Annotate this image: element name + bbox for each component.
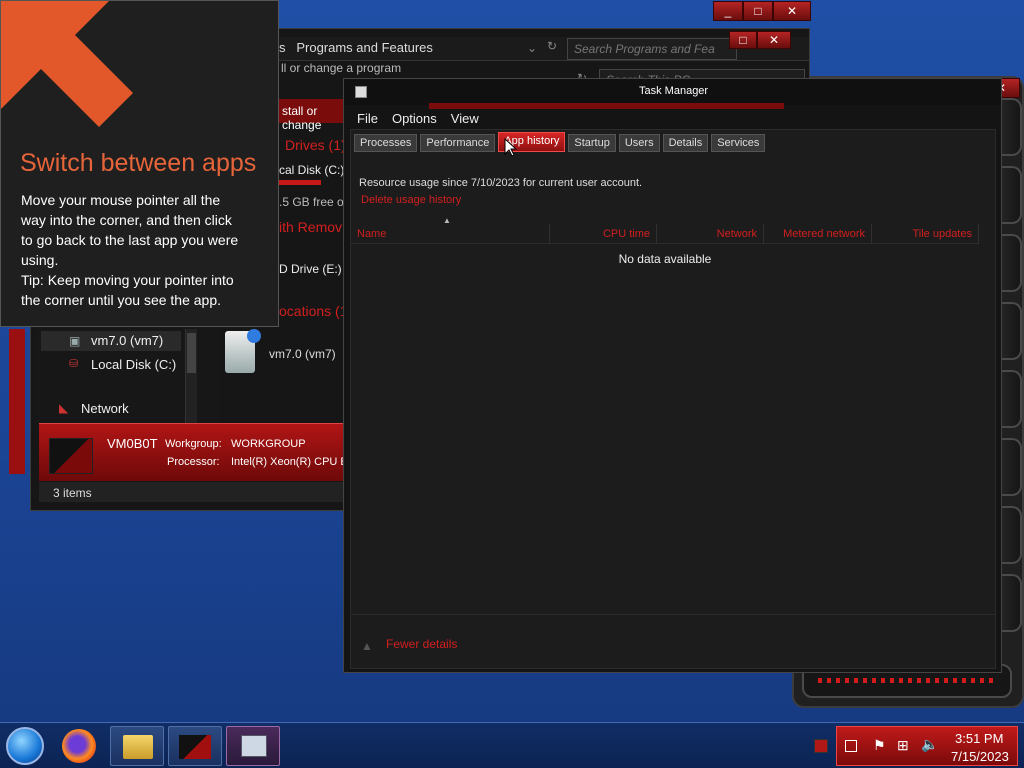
tab-details[interactable]: Details <box>662 134 709 152</box>
tab-processes[interactable]: Processes <box>354 134 418 152</box>
column-network[interactable]: Network <box>657 224 764 244</box>
flag-icon[interactable]: ⚑ <box>873 737 886 754</box>
refresh-icon[interactable]: ↻ <box>547 39 557 53</box>
column-headers: Name CPU time Network Metered network Ti… <box>351 224 979 244</box>
firefox-icon[interactable] <box>62 729 96 763</box>
speaker-muted-icon[interactable]: 🔈 <box>921 736 938 753</box>
resource-usage-text: Resource usage since 7/10/2023 for curre… <box>359 177 643 189</box>
control-panel-icon[interactable] <box>168 726 222 766</box>
column-cpu-time[interactable]: CPU time <box>550 224 657 244</box>
local-disk-item[interactable]: cal Disk (C:) <box>279 163 344 177</box>
workgroup-label: Workgroup: <box>165 438 222 450</box>
divider <box>351 614 995 615</box>
close-button[interactable]: ✕ <box>773 1 811 21</box>
tip-line: the corner until you see the app. <box>21 292 222 308</box>
delete-usage-history-link[interactable]: Delete usage history <box>361 194 461 206</box>
file-explorer-icon[interactable] <box>110 726 164 766</box>
start-orb-icon[interactable] <box>6 727 44 765</box>
tip-body: Move your mouse pointer all the way into… <box>21 190 238 310</box>
programs-caption-buttons: □ ✕ <box>729 31 791 49</box>
programs-search-input[interactable]: Search Programs and Fea <box>567 38 737 60</box>
computer-name: VM0B0T <box>107 436 158 451</box>
sidebar-item-vm7[interactable]: ▣ vm7.0 (vm7) <box>41 331 181 351</box>
dvd-drive-item[interactable]: D Drive (E:) <box>279 262 342 276</box>
status-items-count: 3 items <box>53 486 92 500</box>
location-item[interactable]: vm7.0 (vm7) <box>221 329 341 381</box>
tab-strip: Processes Performance App history Startu… <box>354 132 768 152</box>
menu-view[interactable]: View <box>451 111 479 126</box>
tip-line: Tip: Keep moving your pointer into <box>21 272 234 288</box>
tip-line: Move your mouse pointer all the <box>21 192 221 208</box>
tip-line: way into the corner, and then click <box>21 212 232 228</box>
column-tile-updates[interactable]: Tile updates <box>872 224 979 244</box>
sidebar-item-local-disk[interactable]: ⛁ Local Disk (C:) <box>41 355 191 375</box>
status-bar: 3 items <box>39 482 351 502</box>
show-desktop-icon[interactable] <box>845 740 857 752</box>
workgroup-value: WORKGROUP <box>231 438 306 450</box>
tip-line: to go back to the last app you were <box>21 232 239 248</box>
sidebar-item-label: Local Disk (C:) <box>91 357 177 372</box>
window-title: Task Manager <box>639 85 709 97</box>
scrollbar-thumb[interactable] <box>187 333 196 373</box>
drive-icon: ⛁ <box>69 358 79 370</box>
processor-value: Intel(R) Xeon(R) CPU E5 <box>231 456 354 468</box>
task-manager-icon[interactable] <box>226 726 280 766</box>
maximize-button[interactable]: □ <box>743 1 773 21</box>
title-bar[interactable]: Task Manager <box>344 79 1001 105</box>
explorer-caption-buttons: _ □ ✕ <box>713 1 811 21</box>
tab-services[interactable]: Services <box>711 134 766 152</box>
disk-usage-bar <box>279 180 321 185</box>
column-metered-network[interactable]: Metered network <box>764 224 872 244</box>
section-removable: ith Remov <box>279 219 343 235</box>
mouse-pointer-icon <box>504 138 518 157</box>
network-icon[interactable]: ⊞ <box>897 737 909 754</box>
nav-scrollbar[interactable] <box>185 329 197 425</box>
section-drives: Drives (1) <box>285 137 346 153</box>
fewer-details-button[interactable]: Fewer details <box>386 637 457 651</box>
tip-line: using. <box>21 252 59 268</box>
left-red-strip <box>9 329 25 474</box>
processor-label: Processor: <box>167 456 220 468</box>
tab-users[interactable]: Users <box>618 134 660 152</box>
sidebar-item-label: vm7.0 (vm7) <box>91 333 164 348</box>
tab-startup[interactable]: Startup <box>568 134 616 152</box>
network-icon: ◣ <box>59 401 69 415</box>
notification-area-icon[interactable] <box>814 739 828 753</box>
breadcrumb[interactable]: s Programs and Features <box>279 40 433 55</box>
system-tray: ⚑ ⊞ 🔈 3:51 PM 7/15/2023 <box>836 726 1018 766</box>
switch-apps-tip: Switch between apps Move your mouse poin… <box>0 0 279 327</box>
details-pane: VM0B0T Workgroup: WORKGROUP Processor: I… <box>39 423 354 481</box>
chevron-down-icon[interactable]: ⌄ <box>527 41 537 55</box>
task-manager-body: Processes Performance App history Startu… <box>350 129 996 669</box>
empty-state-text: No data available <box>618 252 712 266</box>
arrow-up-left-icon <box>1 1 133 127</box>
sidebar-item-label: Network <box>81 401 129 416</box>
close-button[interactable]: ✕ <box>757 31 791 49</box>
taskbar: ⚑ ⊞ 🔈 3:51 PM 7/15/2023 <box>0 722 1024 768</box>
globe-badge-icon <box>247 329 261 343</box>
clock-date[interactable]: 7/15/2023 <box>951 749 1009 764</box>
menu-bar: File Options View <box>350 106 486 130</box>
minimize-button[interactable]: _ <box>713 1 743 21</box>
computer-icon <box>49 438 93 474</box>
menu-options[interactable]: Options <box>392 111 437 126</box>
column-name[interactable]: Name <box>351 224 550 244</box>
section-locations: ocations (1) <box>279 303 353 319</box>
chevron-up-icon[interactable]: ▲ <box>361 639 373 653</box>
sidebar-item-network[interactable]: ◣ Network <box>41 399 191 419</box>
clock-time[interactable]: 3:51 PM <box>955 731 1003 746</box>
maximize-button[interactable]: □ <box>729 31 757 49</box>
menu-file[interactable]: File <box>357 111 378 126</box>
navigation-pane: ▣ vm7.0 (vm7) ⛁ Local Disk (C:) ◣ Networ… <box>35 329 219 426</box>
task-manager-icon <box>355 86 367 98</box>
network-drive-icon: ▣ <box>69 334 81 348</box>
tab-performance[interactable]: Performance <box>420 134 496 152</box>
task-manager-window: Task Manager File Options View Processes… <box>343 78 1002 673</box>
location-label: vm7.0 (vm7) <box>269 347 336 361</box>
tip-title: Switch between apps <box>20 149 257 177</box>
